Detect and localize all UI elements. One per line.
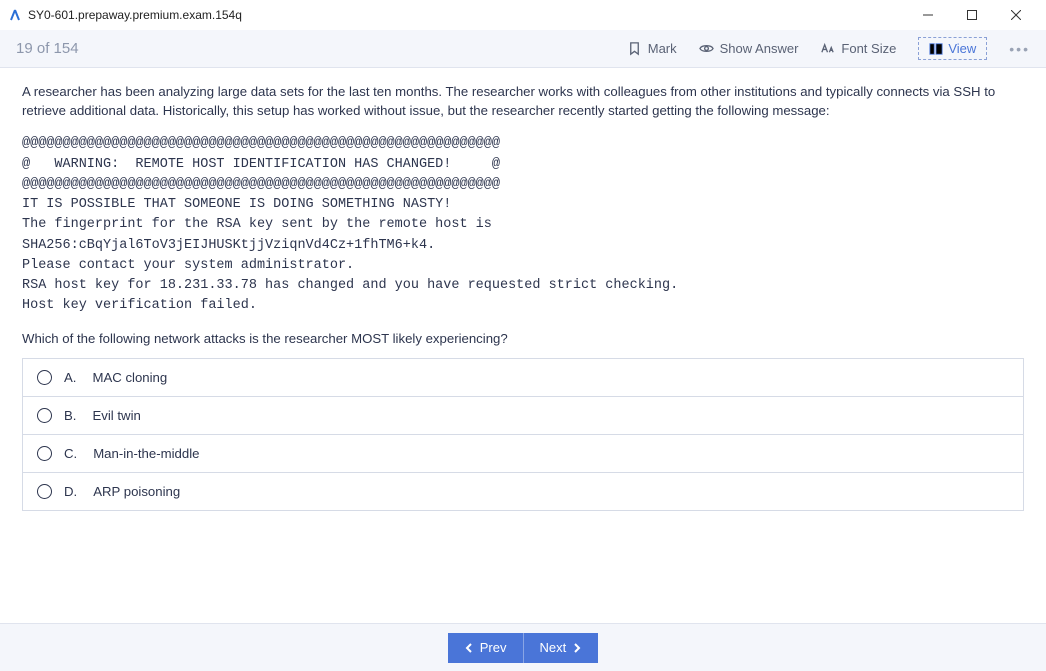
view-icon (929, 42, 943, 56)
prev-label: Prev (480, 640, 507, 655)
option-text: MAC cloning (92, 370, 167, 385)
toolbar-right: Mark Show Answer Font Size View ••• (627, 37, 1030, 60)
eye-icon (699, 41, 714, 56)
window-title: SY0-601.prepaway.premium.exam.154q (28, 8, 906, 22)
chevron-left-icon (464, 643, 474, 653)
option-text: ARP poisoning (93, 484, 180, 499)
app-logo-icon (8, 8, 22, 22)
show-answer-button[interactable]: Show Answer (699, 41, 799, 56)
radio-icon (37, 370, 52, 385)
close-button[interactable] (994, 0, 1038, 30)
minimize-button[interactable] (906, 0, 950, 30)
option-letter: B. (64, 408, 76, 423)
radio-icon (37, 484, 52, 499)
radio-icon (37, 408, 52, 423)
option-text: Man-in-the-middle (93, 446, 199, 461)
next-button[interactable]: Next (524, 633, 599, 663)
option-letter: D. (64, 484, 77, 499)
answer-option[interactable]: A. MAC cloning (22, 358, 1024, 397)
question-prompt: Which of the following network attacks i… (22, 331, 1024, 346)
show-answer-label: Show Answer (720, 41, 799, 56)
font-size-label: Font Size (841, 41, 896, 56)
bookmark-icon (627, 41, 642, 56)
option-letter: C. (64, 446, 77, 461)
chevron-right-icon (572, 643, 582, 653)
window-titlebar: SY0-601.prepaway.premium.exam.154q (0, 0, 1046, 30)
option-text: Evil twin (92, 408, 140, 423)
font-size-button[interactable]: Font Size (820, 41, 896, 56)
ssh-warning-codeblock: @@@@@@@@@@@@@@@@@@@@@@@@@@@@@@@@@@@@@@@@… (22, 134, 1024, 316)
footer-nav: Prev Next (0, 623, 1046, 671)
prev-button[interactable]: Prev (448, 633, 524, 663)
next-label: Next (540, 640, 567, 655)
answer-option[interactable]: D. ARP poisoning (22, 472, 1024, 511)
view-button[interactable]: View (918, 37, 987, 60)
view-label: View (948, 41, 976, 56)
answer-option[interactable]: C. Man-in-the-middle (22, 434, 1024, 473)
maximize-button[interactable] (950, 0, 994, 30)
mark-button[interactable]: Mark (627, 41, 677, 56)
answer-options: A. MAC cloning B. Evil twin C. Man-in-the-mid… (22, 358, 1024, 511)
option-letter: A. (64, 370, 76, 385)
toolbar: 19 of 154 Mark Show Answer Font Size Vie… (0, 30, 1046, 68)
font-size-icon (820, 41, 835, 56)
question-intro: A researcher has been analyzing large da… (22, 82, 1024, 120)
answer-option[interactable]: B. Evil twin (22, 396, 1024, 435)
more-button[interactable]: ••• (1009, 41, 1030, 57)
question-progress: 19 of 154 (16, 40, 627, 57)
question-panel: A researcher has been analyzing large da… (0, 68, 1046, 623)
mark-label: Mark (648, 41, 677, 56)
radio-icon (37, 446, 52, 461)
window-controls (906, 0, 1038, 30)
